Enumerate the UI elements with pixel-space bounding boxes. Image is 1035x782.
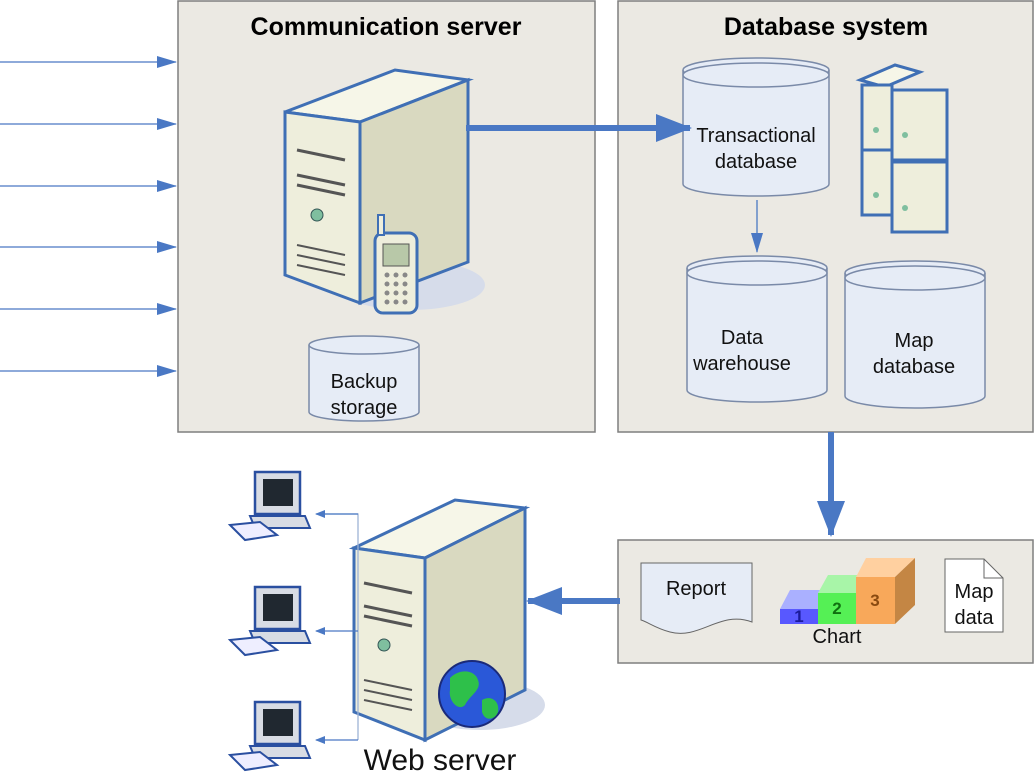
- backup-label: Backup: [331, 371, 398, 393]
- globe-icon: [438, 660, 506, 728]
- incoming-arrows: [0, 56, 177, 377]
- map-database-cylinder: Map database: [844, 260, 986, 409]
- chart-label: Chart: [813, 626, 862, 648]
- chart-step-label: 1: [794, 607, 803, 626]
- report-label: Report: [666, 578, 726, 600]
- outputs-panel: Report 1 2 3 Chart Map data: [617, 539, 1034, 664]
- web-server-label: Web server: [364, 744, 517, 777]
- server-rack-icon: [855, 63, 949, 234]
- data-warehouse-cylinder: Data warehouse: [686, 255, 828, 403]
- database-system-title: Database system: [724, 13, 928, 41]
- transactional-database-cylinder: Transactional database: [682, 57, 830, 197]
- map-db-label: database: [873, 356, 955, 378]
- map-data-label: Map: [955, 581, 994, 603]
- client-computer-icon: [227, 585, 312, 657]
- communication-server-panel: Communication server Backup storage: [177, 0, 596, 433]
- client-computer-icon: [227, 700, 312, 772]
- communication-server-title: Communication server: [251, 13, 522, 41]
- chart-step-label: 3: [870, 591, 879, 610]
- chart-step-label: 2: [832, 599, 841, 618]
- transactional-label: Transactional: [696, 125, 815, 147]
- backup-storage-cylinder: Backup storage: [308, 335, 420, 422]
- map-db-label: Map: [895, 330, 934, 352]
- transactional-label: database: [715, 151, 797, 173]
- warehouse-label: Data: [721, 327, 764, 349]
- database-system-panel: Database system Transactional database D…: [617, 0, 1034, 433]
- warehouse-label: warehouse: [692, 353, 791, 375]
- map-data-document: Map data: [944, 558, 1004, 633]
- system-diagram: Communication server Backup storage Data…: [0, 0, 1034, 777]
- client-computer-icon: [227, 470, 312, 542]
- backup-label: storage: [331, 397, 398, 419]
- map-data-label: data: [955, 607, 995, 629]
